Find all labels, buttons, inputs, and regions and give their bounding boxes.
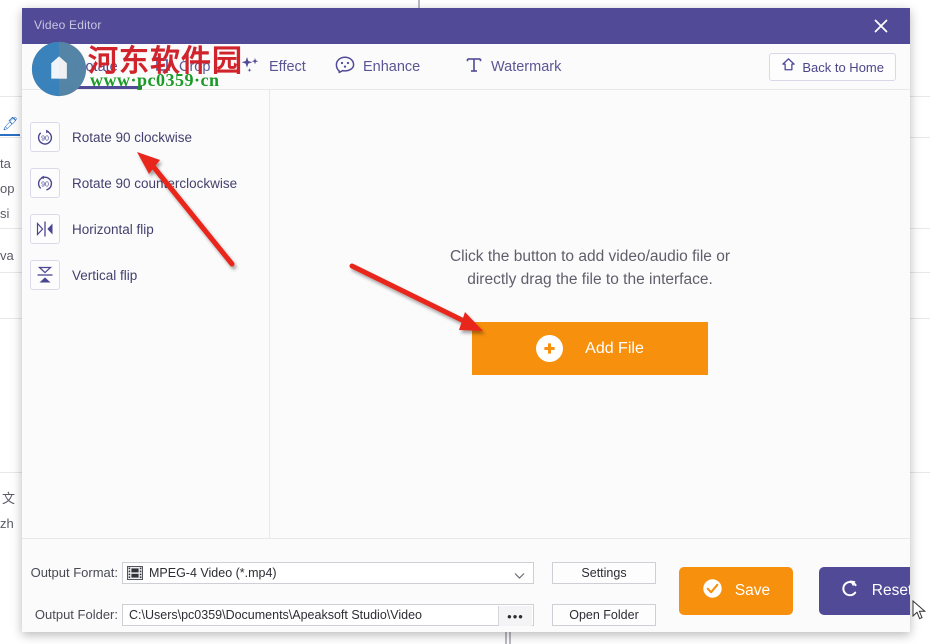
- back-to-home-button[interactable]: Back to Home: [769, 53, 896, 81]
- sidebar-item-label: Horizontal flip: [72, 221, 154, 237]
- tab-effect[interactable]: Effect: [238, 44, 308, 90]
- browse-folder-button[interactable]: •••: [498, 606, 532, 626]
- tab-enhance[interactable]: Enhance: [332, 44, 422, 90]
- background-text-fragment: 文: [2, 491, 16, 506]
- window-title-bar: Video Editor: [22, 8, 910, 44]
- flip-vertical-icon: [30, 260, 60, 290]
- svg-text:90: 90: [41, 182, 49, 189]
- background-text-fragment: op: [0, 181, 15, 196]
- bg-tick: [505, 632, 507, 644]
- reset-label: Reset: [871, 582, 910, 599]
- text-t-icon: [464, 55, 484, 80]
- active-tab-underline: [46, 86, 142, 89]
- rotate-options-panel: 90 Rotate 90 clockwise 90 Rotate 90 coun…: [22, 90, 269, 538]
- close-icon[interactable]: [858, 8, 904, 44]
- sidebar-item-rotate-ccw[interactable]: 90 Rotate 90 counterclockwise: [30, 166, 237, 200]
- background-text-fragment: 🖊: [2, 116, 19, 131]
- sidebar-item-rotate-cw[interactable]: 90 Rotate 90 clockwise: [30, 120, 192, 154]
- output-settings-bar: Output Format: MPEG-4 Video (*.mp4) Sett…: [22, 538, 910, 632]
- reset-button[interactable]: Reset: [819, 567, 910, 615]
- chevron-down-icon[interactable]: [514, 569, 525, 583]
- sidebar-item-label: Vertical flip: [72, 267, 138, 283]
- editor-tab-bar: Rotate Crop Effect Enhance Watermark Bac…: [22, 44, 910, 90]
- background-text-fragment: ta: [0, 156, 11, 171]
- rotate-ccw-90-icon: 90: [30, 168, 60, 198]
- output-format-value: MPEG-4 Video (*.mp4): [149, 566, 277, 580]
- editor-body: 90 Rotate 90 clockwise 90 Rotate 90 coun…: [22, 90, 910, 538]
- drop-hint-line-2: directly drag the file to the interface.: [467, 271, 713, 288]
- palette-icon: [334, 55, 356, 80]
- tab-label: Rotate: [75, 59, 118, 75]
- background-text-fragment: zh: [0, 516, 14, 531]
- back-to-home-label: Back to Home: [802, 59, 884, 75]
- tab-label: Enhance: [363, 59, 421, 75]
- drop-hint-line-1: Click the button to add video/audio file…: [449, 248, 731, 265]
- background-text-fragment: si: [0, 206, 10, 221]
- save-button[interactable]: Save: [679, 567, 793, 615]
- bg-tick: [509, 632, 511, 644]
- sidebar-item-label: Rotate 90 counterclockwise: [72, 175, 238, 191]
- rotate-cw-90-icon: 90: [30, 122, 60, 152]
- save-label: Save: [734, 582, 771, 599]
- background-text-fragment: va: [0, 248, 14, 263]
- sidebar-item-horizontal-flip[interactable]: Horizontal flip: [30, 212, 154, 246]
- sidebar-item-vertical-flip[interactable]: Vertical flip: [30, 258, 137, 292]
- drop-zone-hint: Click the button to add video/audio file…: [270, 245, 910, 291]
- output-folder-value: C:\Users\pc0359\Documents\Apeaksoft Stud…: [129, 608, 422, 622]
- svg-text:90: 90: [41, 136, 49, 143]
- open-folder-button[interactable]: Open Folder: [552, 604, 656, 626]
- sidebar-item-label: Rotate 90 clockwise: [72, 129, 193, 145]
- sparkle-icon: [240, 55, 262, 80]
- window-title: Video Editor: [34, 18, 102, 32]
- tab-label: Effect: [269, 59, 306, 75]
- home-icon: [781, 57, 796, 77]
- flip-horizontal-icon: [30, 214, 60, 244]
- settings-button[interactable]: Settings: [552, 562, 656, 584]
- output-format-label: Output Format:: [30, 565, 118, 580]
- plus-circle-icon: [536, 335, 564, 362]
- bg-accent-bar: [0, 134, 20, 136]
- media-drop-zone[interactable]: Click the button to add video/audio file…: [270, 90, 910, 538]
- check-circle-icon: [702, 578, 723, 604]
- tab-label: Crop: [179, 59, 211, 75]
- tab-label: Watermark: [491, 59, 562, 75]
- output-format-select[interactable]: MPEG-4 Video (*.mp4): [122, 562, 534, 584]
- film-strip-icon: [127, 566, 143, 580]
- video-editor-window: Video Editor Rotate Crop Effect Enhance …: [22, 8, 910, 632]
- rotate-icon: [48, 55, 68, 80]
- tab-rotate[interactable]: Rotate: [46, 44, 120, 90]
- crop-icon: [152, 55, 172, 80]
- output-folder-label: Output Folder:: [34, 607, 118, 622]
- refresh-icon: [840, 578, 860, 604]
- add-file-button[interactable]: Add File: [472, 322, 708, 375]
- tab-crop[interactable]: Crop: [150, 44, 212, 90]
- output-folder-input[interactable]: C:\Users\pc0359\Documents\Apeaksoft Stud…: [122, 604, 534, 626]
- tab-watermark[interactable]: Watermark: [462, 44, 563, 90]
- add-file-label: Add File: [585, 339, 644, 357]
